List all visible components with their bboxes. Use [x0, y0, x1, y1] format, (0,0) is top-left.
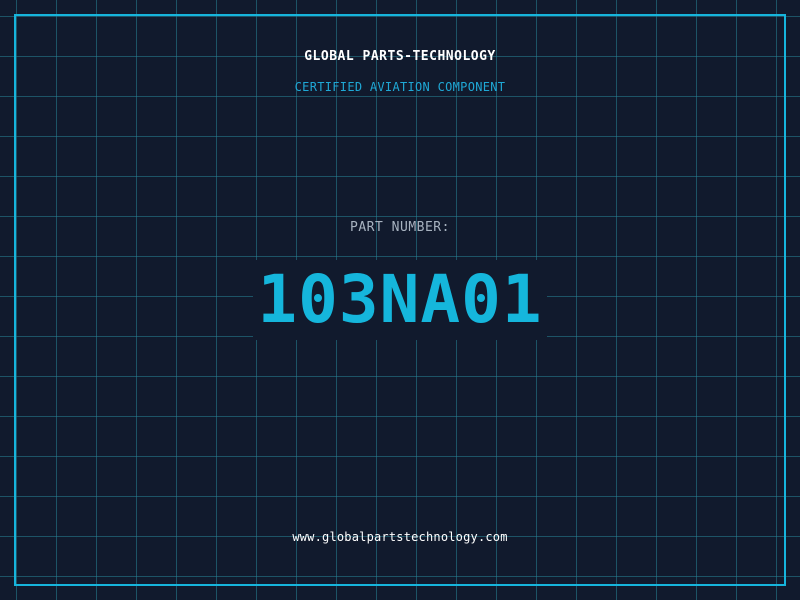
part-number-container: 103NA01: [0, 260, 800, 340]
certification-subtitle: CERTIFIED AVIATION COMPONENT: [294, 80, 506, 94]
website-url: www.globalpartstechnology.com: [292, 530, 508, 544]
part-number-label: PART NUMBER:: [350, 220, 450, 235]
part-number-value: 103NA01: [253, 260, 547, 340]
company-name: GLOBAL PARTS-TECHNOLOGY: [304, 49, 496, 64]
